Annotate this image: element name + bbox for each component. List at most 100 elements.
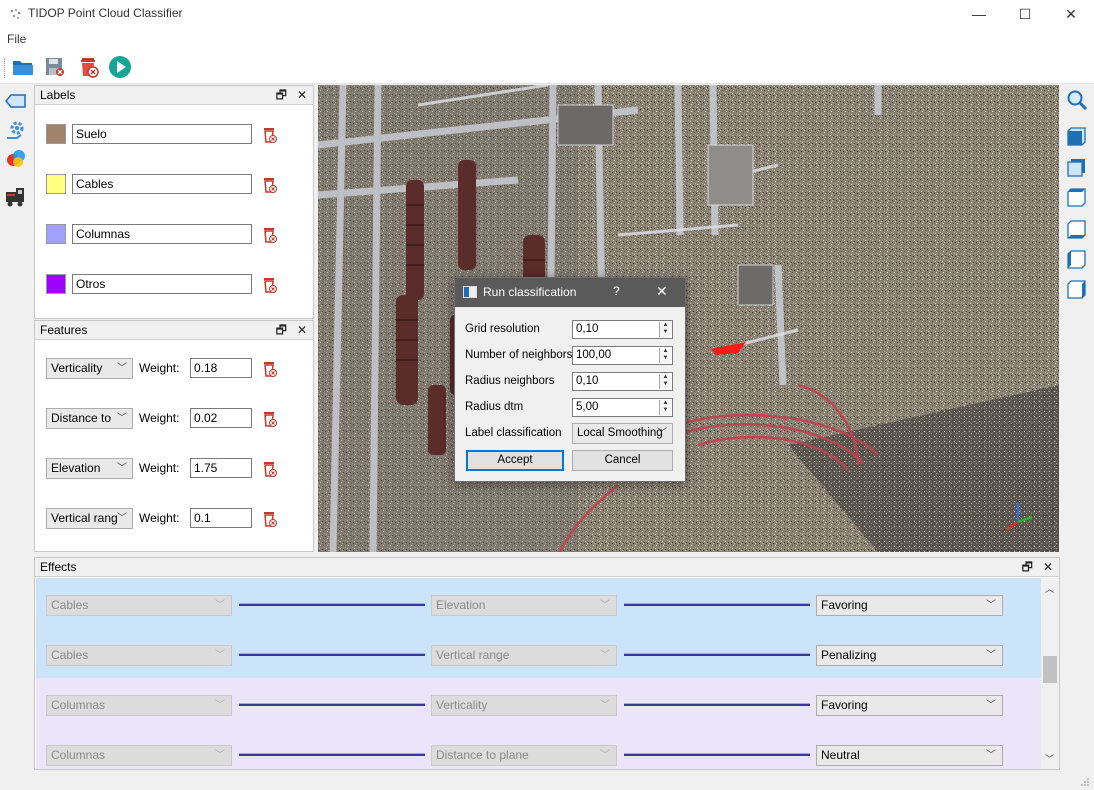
label-tag-icon[interactable] (4, 89, 28, 113)
label-classification-select[interactable]: Local Smoothing ﹀ (572, 423, 673, 444)
delete-icon[interactable] (262, 276, 278, 294)
color-swatch[interactable] (46, 224, 66, 244)
delete-icon[interactable] (262, 176, 278, 194)
left-view-icon[interactable] (1065, 248, 1089, 272)
close-icon[interactable]: ✕ (1043, 560, 1053, 574)
grid-resolution-spinbox[interactable]: 0,10 ▲ ▼ (572, 320, 673, 339)
close-icon[interactable]: ✕ (297, 88, 307, 102)
front-view-icon[interactable] (1065, 125, 1089, 149)
features-list: Verticality ﹀ Weight: 0.18 Distance to ﹀ W… (35, 341, 313, 551)
feature-select[interactable]: Elevation ﹀ (46, 458, 133, 479)
chevron-down-icon: ﹀ (600, 750, 610, 761)
delete-icon[interactable] (262, 510, 278, 528)
effect-type-select[interactable]: Favoring ﹀ (816, 595, 1003, 616)
chevron-down-icon: ﹀ (600, 600, 610, 611)
delete-icon[interactable] (262, 126, 278, 144)
radius-dtm-spinbox[interactable]: 5,00 ▲ ▼ (572, 398, 673, 417)
chevron-down-icon: ﹀ (215, 600, 225, 611)
scrollbar-thumb[interactable] (1043, 656, 1057, 683)
float-icon[interactable]: 🗗 (1022, 560, 1033, 574)
title-bar: TIDOP Point Cloud Classifier — ☐ ✕ (0, 0, 1094, 28)
close-button[interactable]: ✕ (1048, 0, 1094, 28)
accept-button[interactable]: Accept (466, 450, 564, 471)
chevron-down-icon: ﹀ (657, 428, 667, 439)
feature-select[interactable]: Vertical rang ﹀ (46, 508, 133, 529)
label-name-field[interactable]: Otros (72, 274, 252, 294)
weight-field[interactable]: 1.75 (190, 458, 252, 478)
run-classification-icon[interactable] (107, 54, 133, 80)
feature-row: Elevation ﹀ Weight: 1.75 (46, 458, 296, 482)
effect-type-select[interactable]: Penalizing ﹀ (816, 645, 1003, 666)
spin-arrows-icon: ▲ ▼ (659, 348, 671, 363)
delete-icon[interactable] (262, 360, 278, 378)
weight-field[interactable]: 0.18 (190, 358, 252, 378)
effect-type-select[interactable]: Favoring ﹀ (816, 695, 1003, 716)
connector-line (624, 753, 810, 756)
menu-file[interactable]: File (7, 32, 26, 46)
cancel-button[interactable]: Cancel (572, 450, 673, 471)
color-swatch[interactable] (46, 174, 66, 194)
features-panel-title: Features (40, 323, 88, 337)
scroll-up-icon[interactable]: ︿ (1045, 582, 1054, 595)
radius-dtm-label: Radius dtm (465, 401, 524, 413)
radius-neighbors-spinbox[interactable]: 0,10 ▲ ▼ (572, 372, 673, 391)
effect-label-select: Cables ﹀ (46, 595, 232, 616)
chevron-down-icon: ﹀ (986, 650, 996, 661)
effect-label-select: Columnas ﹀ (46, 745, 232, 766)
connector-line (239, 703, 425, 706)
left-toolbar (0, 85, 33, 555)
color-swatch[interactable] (46, 124, 66, 144)
open-folder-icon[interactable] (10, 54, 36, 80)
feature-row: Verticality ﹀ Weight: 0.18 (46, 358, 296, 382)
resize-grip-icon[interactable] (1080, 776, 1090, 786)
effects-panel-title: Effects (40, 560, 77, 574)
zoom-fit-icon[interactable] (1065, 88, 1089, 112)
train-icon[interactable] (4, 185, 28, 209)
right-view-icon[interactable] (1065, 278, 1089, 302)
weight-field[interactable]: 0.02 (190, 408, 252, 428)
help-button[interactable]: ? (613, 284, 620, 298)
weight-field[interactable]: 0.1 (190, 508, 252, 528)
run-classification-dialog: Run classification ? ✕ Grid resolution 0… (454, 277, 686, 482)
label-name-field[interactable]: Columnas (72, 224, 252, 244)
back-view-icon[interactable] (1065, 156, 1089, 180)
clear-all-icon[interactable] (76, 54, 102, 80)
top-view-icon[interactable] (1065, 186, 1089, 210)
effect-feature-select: Elevation ﹀ (431, 595, 617, 616)
bottom-view-icon[interactable] (1065, 218, 1089, 242)
dialog-close-button[interactable]: ✕ (656, 283, 668, 300)
dialog-title-bar: Run classification ? ✕ (455, 278, 685, 307)
feature-select[interactable]: Verticality ﹀ (46, 358, 133, 379)
float-icon[interactable]: 🗗 (276, 88, 287, 102)
feature-row: Distance to ﹀ Weight: 0.02 (46, 408, 296, 432)
effect-type-select[interactable]: Neutral ﹀ (816, 745, 1003, 766)
save-icon[interactable] (42, 54, 68, 80)
effects-scrollbar[interactable]: ︿ ﹀ (1041, 578, 1059, 769)
toolbar-grip[interactable] (4, 58, 6, 78)
label-row: Columnas (46, 224, 296, 254)
dialog-title: Run classification (483, 285, 577, 299)
labels-panel-title: Labels (40, 88, 76, 102)
weight-label: Weight: (139, 411, 180, 425)
delete-icon[interactable] (262, 226, 278, 244)
maximize-button[interactable]: ☐ (1002, 0, 1048, 28)
point-cloud-viewport[interactable] (318, 85, 1059, 552)
chevron-down-icon: ﹀ (215, 650, 225, 661)
color-swatch[interactable] (46, 274, 66, 294)
label-name-field[interactable]: Suelo (72, 124, 252, 144)
feature-select[interactable]: Distance to ﹀ (46, 408, 133, 429)
close-icon[interactable]: ✕ (297, 323, 307, 337)
number-of-neighbors-spinbox[interactable]: 100,00 ▲ ▼ (572, 346, 673, 365)
features-panel: Features 🗗 ✕ Verticality ﹀ Weight: 0.18 Di… (34, 320, 314, 552)
effect-row: Columnas ﹀ Verticality ﹀ Favoring ﹀ (36, 678, 1041, 728)
delete-icon[interactable] (262, 460, 278, 478)
weight-label: Weight: (139, 511, 180, 525)
features-gear-icon[interactable] (4, 118, 28, 142)
delete-icon[interactable] (262, 410, 278, 428)
scroll-down-icon[interactable]: ﹀ (1045, 752, 1054, 765)
label-name-field[interactable]: Cables (72, 174, 252, 194)
label-row: Otros (46, 274, 296, 304)
effects-circles-icon[interactable] (4, 147, 28, 171)
float-icon[interactable]: 🗗 (276, 323, 287, 337)
minimize-button[interactable]: — (956, 0, 1002, 28)
